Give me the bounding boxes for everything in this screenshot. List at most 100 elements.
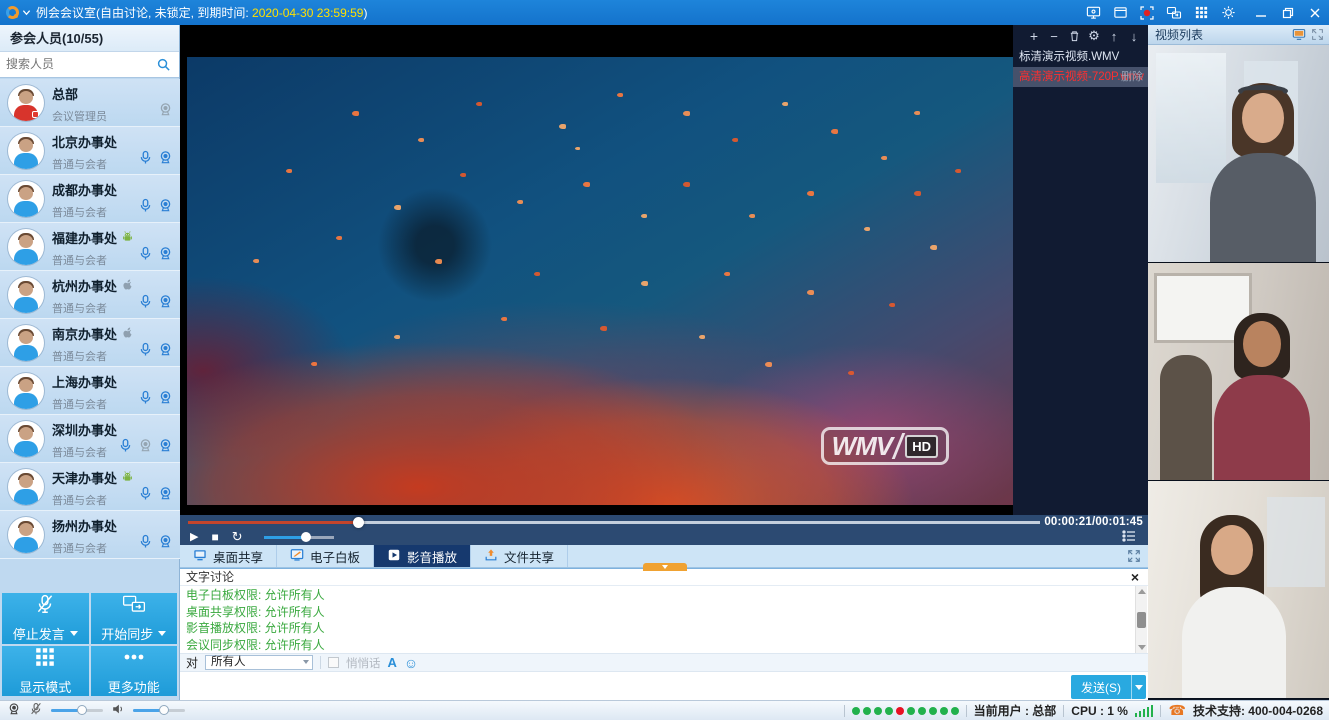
mic-icon[interactable] (138, 534, 153, 552)
participant-row[interactable]: 福建办事处普通与会者 (0, 223, 180, 271)
desktop-share-icon[interactable] (1085, 5, 1101, 21)
playing-video[interactable]: WMV HD (187, 57, 1013, 505)
search-icon[interactable] (156, 57, 171, 75)
scroll-thumb[interactable] (1137, 612, 1146, 628)
participant-row[interactable]: 扬州办事处普通与会者 (0, 511, 180, 559)
volume-slider[interactable] (264, 536, 334, 539)
emoji-button[interactable] (404, 655, 418, 671)
action-button-grid[interactable]: 显示模式 (2, 646, 89, 697)
minimize-button[interactable] (1253, 5, 1269, 21)
webcam-icon[interactable] (158, 198, 173, 216)
mic-icon[interactable] (138, 198, 153, 216)
webcam-icon[interactable] (158, 150, 173, 168)
mic-icon[interactable] (138, 294, 153, 312)
mic-muted-icon[interactable] (29, 702, 43, 719)
chat-scrollbar[interactable] (1135, 586, 1147, 653)
tab-media-play[interactable]: 影音播放 (374, 545, 471, 567)
action-button-mic-off[interactable]: 停止发言 (2, 593, 89, 644)
delete-file-link[interactable]: 删除 (1121, 67, 1143, 87)
display-grid-icon[interactable] (1193, 5, 1209, 21)
webcam-icon[interactable] (158, 390, 173, 408)
mic-icon[interactable] (138, 150, 153, 168)
playlist-add-icon[interactable] (1028, 29, 1040, 43)
mic-icon[interactable] (138, 486, 153, 504)
participant-video-feed[interactable] (1148, 45, 1329, 263)
stop-button[interactable] (211, 530, 218, 545)
webcam-icon[interactable] (138, 438, 153, 456)
participant-row[interactable]: 杭州办事处普通与会者 (0, 271, 180, 319)
seek-knob[interactable] (353, 517, 364, 528)
webcam-icon[interactable] (158, 486, 173, 504)
scroll-up-arrow[interactable] (1138, 589, 1146, 594)
window-mode-icon[interactable] (1112, 5, 1128, 21)
font-style-button[interactable]: A (388, 655, 397, 670)
collapse-handle[interactable] (643, 563, 687, 571)
speaker-volume-slider[interactable] (133, 709, 185, 712)
avatar (8, 517, 44, 553)
speaker-icon[interactable] (111, 702, 125, 719)
participant-row[interactable]: 南京办事处普通与会者 (0, 319, 180, 367)
webcam-icon[interactable] (158, 294, 173, 312)
participant-row[interactable]: 天津办事处普通与会者 (0, 463, 180, 511)
volume-knob[interactable] (301, 532, 311, 542)
current-user-label: 当前用户 : 总部 (974, 702, 1057, 719)
chevron-down-icon[interactable] (22, 8, 31, 17)
mic-icon[interactable] (138, 390, 153, 408)
playlist-remove-icon[interactable] (1048, 29, 1060, 43)
video-expand-icon[interactable] (1311, 27, 1324, 47)
participant-row[interactable]: 深圳办事处普通与会者 (0, 415, 180, 463)
fish-dot (352, 111, 359, 116)
video-mode-icon[interactable] (1292, 27, 1306, 47)
scroll-down-arrow[interactable] (1138, 645, 1146, 650)
maximize-button[interactable] (1280, 5, 1296, 21)
mic-icon[interactable] (118, 438, 133, 456)
playlist-toggle-icon[interactable] (1122, 530, 1136, 545)
send-options-arrow[interactable] (1131, 675, 1146, 699)
tab-whiteboard[interactable]: 电子白板 (277, 545, 374, 567)
tab-file-share[interactable]: 文件共享 (471, 545, 568, 567)
playlist-move-down-icon[interactable] (1128, 29, 1140, 43)
playlist-trash-icon[interactable] (1068, 29, 1080, 43)
playlist-file-row[interactable]: 标清演示视频.WMV (1013, 47, 1148, 67)
recipient-select[interactable]: 所有人 (205, 655, 313, 670)
replay-button[interactable] (232, 530, 243, 545)
participant-row[interactable]: 总部会议管理员 (0, 79, 180, 127)
webcam-icon[interactable] (158, 534, 173, 552)
whisper-checkbox[interactable] (328, 657, 339, 668)
playlist-file-row[interactable]: 高清演示视频-720P.wmv删除 (1013, 67, 1148, 87)
fish-dot (765, 362, 772, 367)
play-button[interactable] (190, 530, 198, 544)
expand-panel-icon[interactable] (1127, 549, 1141, 566)
mic-volume-slider[interactable] (51, 709, 103, 712)
action-button-sync-screens[interactable]: 开始同步 (91, 593, 178, 644)
speaker-volume-knob[interactable] (159, 705, 169, 715)
seek-bar[interactable] (188, 521, 1040, 524)
playlist-settings-icon[interactable] (1088, 29, 1100, 43)
participant-row[interactable]: 上海办事处普通与会者 (0, 367, 180, 415)
send-button[interactable]: 发送(S) (1071, 675, 1131, 699)
participant-row[interactable]: 成都办事处普通与会者 (0, 175, 180, 223)
participant-role: 普通与会者 (52, 444, 117, 460)
chat-input[interactable] (180, 672, 1068, 701)
fish-dot (724, 272, 730, 276)
sync-icon[interactable] (1166, 5, 1182, 21)
mic-icon[interactable] (138, 342, 153, 360)
mic-volume-knob[interactable] (77, 705, 87, 715)
webcam-status-icon[interactable] (7, 702, 21, 719)
settings-gear-icon[interactable] (1220, 5, 1236, 21)
participant-row[interactable]: 北京办事处普通与会者 (0, 127, 180, 175)
chat-close-icon[interactable] (1128, 570, 1142, 584)
tab-desktop-share[interactable]: 桌面共享 (180, 545, 277, 567)
playlist-move-up-icon[interactable] (1108, 29, 1120, 43)
action-button-more-dots[interactable]: 更多功能 (91, 646, 178, 697)
webcam-icon[interactable] (158, 342, 173, 360)
webcam-icon[interactable] (158, 102, 173, 120)
close-button[interactable] (1307, 5, 1323, 21)
search-input[interactable] (0, 52, 150, 76)
participant-video-feed[interactable] (1148, 481, 1329, 699)
webcam-icon[interactable] (158, 438, 173, 456)
participant-video-feed[interactable] (1148, 263, 1329, 481)
mic-icon[interactable] (138, 246, 153, 264)
record-icon[interactable] (1139, 5, 1155, 21)
webcam-icon[interactable] (158, 246, 173, 264)
